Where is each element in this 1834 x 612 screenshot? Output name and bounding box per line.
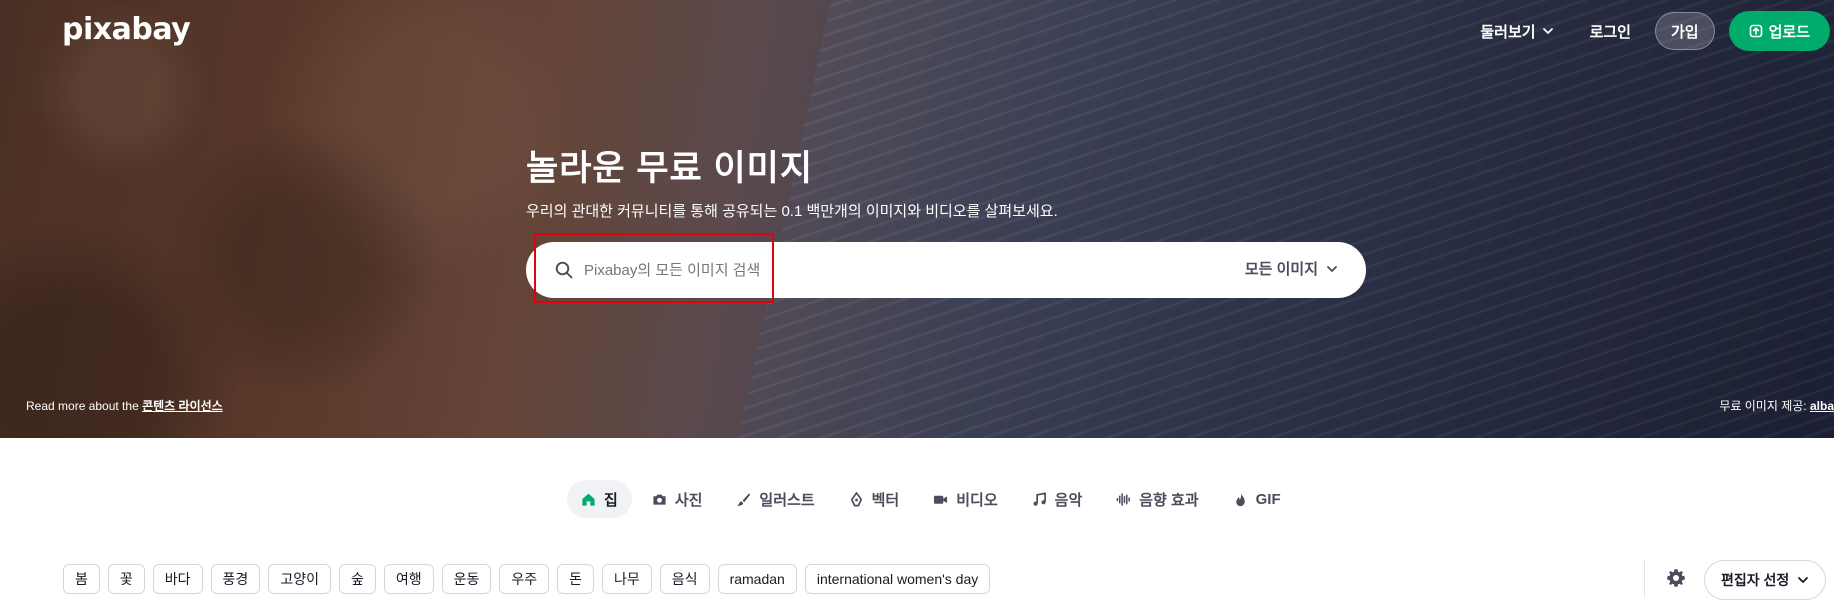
tag-chip[interactable]: 풍경 xyxy=(210,564,261,594)
content-license-link[interactable]: 콘텐츠 라이선스 xyxy=(142,399,223,413)
toolbar-divider xyxy=(1644,560,1645,598)
chevron-down-icon xyxy=(1542,28,1553,34)
explore-label: 둘러보기 xyxy=(1480,23,1536,41)
chevron-down-icon xyxy=(1798,577,1809,583)
sort-label: 편집자 선정 xyxy=(1721,572,1790,588)
tag-chip[interactable]: 바다 xyxy=(152,564,203,594)
sort-dropdown[interactable]: 편집자 선정 xyxy=(1704,560,1827,600)
chevron-down-icon xyxy=(1327,265,1337,272)
image-credit-author-link[interactable]: alba xyxy=(1810,399,1834,413)
tag-chip[interactable]: 나무 xyxy=(602,564,652,594)
brush-icon xyxy=(737,492,751,506)
hero-title: 놀라운 무료 이미지 xyxy=(526,149,814,188)
search-input[interactable] xyxy=(584,254,1184,286)
pen-nib-icon xyxy=(850,491,862,506)
popular-tags: 봄 꽃 바다 풍경 고양이 숲 여행 운동 우주 돈 나무 음식 ramadan… xyxy=(63,564,991,594)
top-navigation: 둘러보기 로그인 가입 업로드 xyxy=(1466,11,1830,51)
upload-button[interactable]: 업로드 xyxy=(1728,11,1830,51)
sound-wave-icon xyxy=(1116,492,1131,506)
camera-icon xyxy=(653,494,666,505)
tab-illustrations[interactable]: 일러스트 xyxy=(722,480,828,518)
gear-icon[interactable] xyxy=(1664,566,1688,590)
license-note: Read more about the 콘텐츠 라이선스 xyxy=(26,399,223,413)
tab-vectors[interactable]: 벡터 xyxy=(835,480,914,518)
media-category-tabs: 집 사진 일러스트 벡터 비디오 음악 음향 효과 GIF xyxy=(567,480,1295,518)
tag-chip[interactable]: 여행 xyxy=(383,564,434,594)
hero-subtitle: 우리의 관대한 커뮤니티를 통해 공유되는 0.1 백만개의 이미지와 비디오를… xyxy=(526,203,1058,220)
tab-home[interactable]: 집 xyxy=(567,480,632,518)
tab-videos[interactable]: 비디오 xyxy=(919,480,1011,518)
upload-label: 업로드 xyxy=(1768,23,1810,41)
tag-chip[interactable]: 꽃 xyxy=(107,564,145,594)
tag-chip[interactable]: 우주 xyxy=(499,564,550,594)
tag-chip[interactable]: 운동 xyxy=(441,564,492,594)
music-note-icon xyxy=(1033,491,1046,506)
tab-gif[interactable]: GIF xyxy=(1219,480,1295,518)
tag-chip[interactable]: international women's day xyxy=(804,564,991,594)
home-icon xyxy=(582,493,595,506)
tag-chip[interactable]: 고양이 xyxy=(268,564,331,594)
flame-icon xyxy=(1235,492,1245,506)
pixabay-logo[interactable]: pixabay xyxy=(62,12,191,47)
tag-chip[interactable]: 음식 xyxy=(659,564,710,594)
tag-chip[interactable]: ramadan xyxy=(717,564,797,594)
login-link[interactable]: 로그인 xyxy=(1576,11,1645,51)
search-bar: 모든 이미지 xyxy=(526,242,1366,298)
tab-photos[interactable]: 사진 xyxy=(638,480,717,518)
image-credit: 무료 이미지 제공: alba xyxy=(1719,399,1834,413)
upload-icon xyxy=(1749,24,1762,38)
tag-chip[interactable]: 봄 xyxy=(63,564,100,594)
signup-button[interactable]: 가입 xyxy=(1654,12,1715,50)
tab-sound-effects[interactable]: 음향 효과 xyxy=(1102,480,1212,518)
search-scope-label: 모든 이미지 xyxy=(1244,261,1318,278)
video-camera-icon xyxy=(934,495,948,504)
hero-banner: pixabay 둘러보기 로그인 가입 업로드 놀라운 무료 이미지 우리의 관… xyxy=(0,0,1834,438)
tab-music[interactable]: 음악 xyxy=(1018,480,1097,518)
search-scope-dropdown[interactable]: 모든 이미지 xyxy=(1245,258,1338,279)
tag-chip[interactable]: 숲 xyxy=(338,564,376,594)
tag-chip[interactable]: 돈 xyxy=(557,564,595,594)
search-icon[interactable] xyxy=(554,260,574,280)
explore-menu-button[interactable]: 둘러보기 xyxy=(1466,11,1567,51)
